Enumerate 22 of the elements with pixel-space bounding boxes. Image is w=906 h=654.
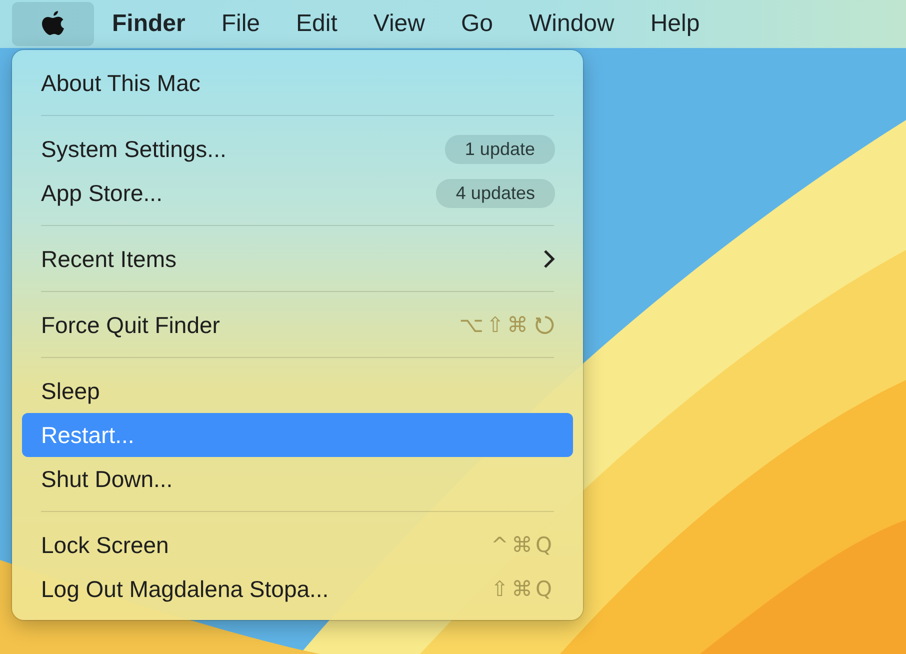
menu-bar-item[interactable]: Window [510, 2, 632, 46]
update-badge: 4 updates [436, 178, 555, 208]
menu-bar-item[interactable]: Help [632, 2, 718, 46]
menu-bar-item[interactable]: Go [442, 2, 511, 46]
menu-item[interactable]: Sleep [22, 369, 573, 413]
menu-item[interactable]: Force Quit Finder ⌥⇧⌘ [22, 303, 573, 347]
menu-bar-item[interactable]: Edit [278, 2, 356, 46]
menu-item[interactable]: Lock Screen ^⌘Q [22, 523, 573, 567]
menu-item[interactable]: Log Out Magdalena Stopa... ⇧⌘Q [22, 567, 573, 611]
menu-item[interactable]: Recent Items [22, 237, 573, 281]
menu-item[interactable]: System Settings... 1 update [22, 127, 573, 171]
keyboard-shortcut: ⇧⌘Q [490, 577, 555, 601]
menu-bar-item[interactable]: Finder [94, 2, 204, 46]
apple-menu-button[interactable] [12, 2, 94, 46]
menu-item[interactable]: App Store... 4 updates [22, 171, 573, 215]
update-badge: 1 update [444, 134, 555, 164]
menu-item[interactable]: Shut Down... [22, 457, 573, 501]
keyboard-shortcut: ⌥⇧⌘ [459, 313, 531, 337]
menu-item[interactable]: About This Mac [22, 61, 573, 105]
menu-bar-item[interactable]: File [203, 2, 278, 46]
menu-bar-item[interactable]: View [355, 2, 443, 46]
keyboard-shortcut: ^⌘Q [490, 533, 555, 557]
